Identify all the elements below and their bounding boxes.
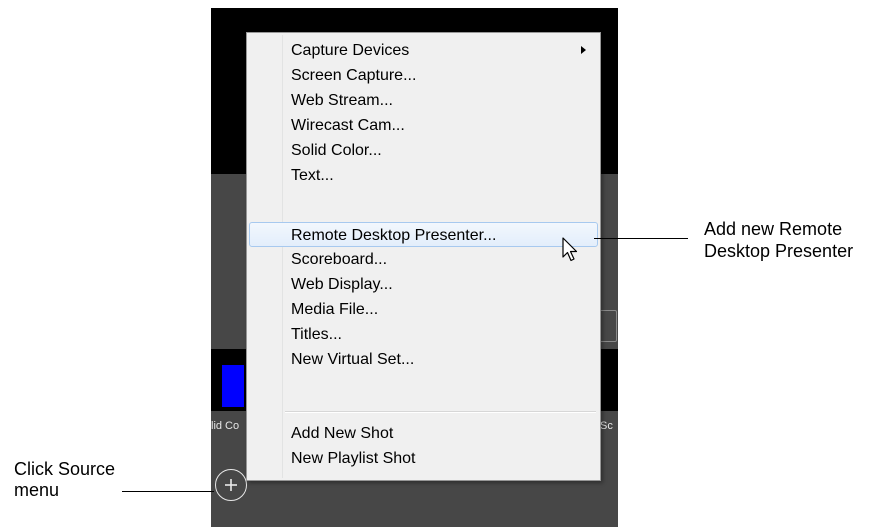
shot-label-right: Sc [600,420,613,432]
menu-separator [285,411,596,413]
add-source-button[interactable] [215,469,247,501]
menu-item-add-new-shot[interactable]: Add New Shot [249,421,598,446]
menu-item-label: Wirecast Cam... [291,117,405,134]
callout-remote-desktop-line2: Desktop Presenter [704,241,854,261]
menu-item-label: Screen Capture... [291,67,417,84]
menu-item-scoreboard[interactable]: Scoreboard... [249,247,598,272]
menu-item-remote-desktop-presenter[interactable]: Remote Desktop Presenter... [249,222,598,247]
menu-item-media-file[interactable]: Media File... [249,297,598,322]
menu-item-web-stream[interactable]: Web Stream... [249,88,598,113]
menu-item-label: Web Display... [291,276,393,293]
callout-source-menu-line2: menu [14,480,60,500]
callout-leader-source-menu [122,491,214,492]
menu-item-solid-color[interactable]: Solid Color... [249,138,598,163]
menu-item-capture-devices[interactable]: Capture Devices [249,38,598,63]
menu-item-label: Titles... [291,326,342,343]
menu-item-label: Text... [291,167,334,184]
callout-remote-desktop-line1: Add new Remote [704,219,843,239]
menu-item-label: Web Stream... [291,92,393,109]
source-menu: Capture Devices Screen Capture... Web St… [246,32,601,481]
menu-item-screen-capture[interactable]: Screen Capture... [249,63,598,88]
menu-item-label: Media File... [291,301,379,318]
menu-item-new-virtual-set[interactable]: New Virtual Set... [249,347,598,372]
menu-item-label: New Virtual Set... [291,351,415,368]
callout-source-menu-line1: Click Source [14,459,116,479]
menu-item-label: Remote Desktop Presenter... [291,227,497,244]
menu-item-label: Solid Color... [291,142,382,159]
menu-item-text[interactable]: Text... [249,163,598,188]
menu-item-new-playlist-shot[interactable]: New Playlist Shot [249,446,598,471]
menu-item-titles[interactable]: Titles... [249,322,598,347]
callout-leader-remote-desktop [594,238,688,239]
menu-item-web-display[interactable]: Web Display... [249,272,598,297]
menu-item-wirecast-cam[interactable]: Wirecast Cam... [249,113,598,138]
menu-item-label: Add New Shot [291,425,394,442]
chevron-right-icon [581,46,586,54]
solid-color-shot-thumbnail[interactable] [222,365,244,407]
menu-item-label: New Playlist Shot [291,450,416,467]
mouse-pointer-icon [562,237,578,262]
menu-item-label: Capture Devices [291,42,410,59]
menu-item-label: Scoreboard... [291,251,388,268]
plus-icon [225,479,237,491]
shot-label-left: lid Co [211,420,240,432]
